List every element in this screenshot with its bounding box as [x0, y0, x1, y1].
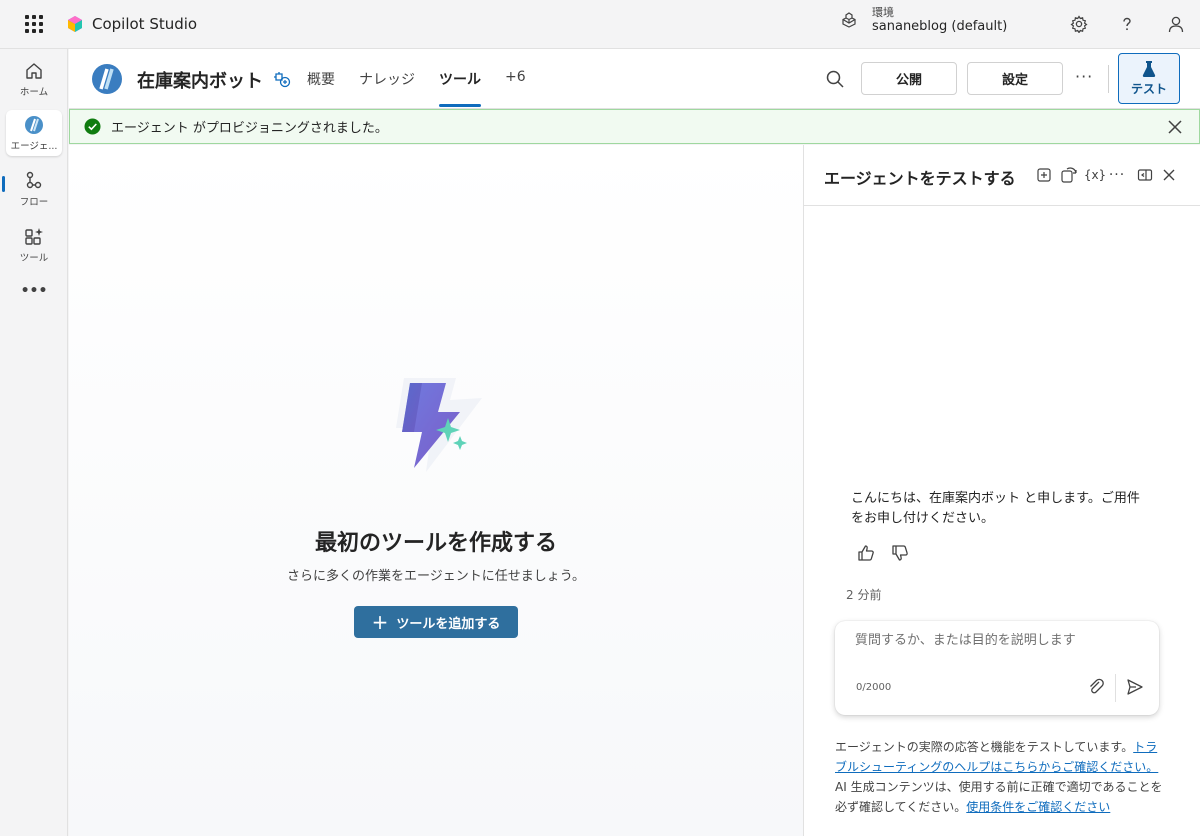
empty-state-title: 最初のツールを作成する — [314, 531, 557, 556]
test-panel-title: エージェントをテストする — [824, 169, 1016, 188]
panel-more-icon[interactable]: ··· — [1108, 166, 1126, 184]
notification-text: エージェント がプロビジョニングされました。 — [111, 121, 388, 136]
disclaimer: エージェントの実際の応答と機能をテストしています。トラブルシューティングのヘルプ… — [835, 737, 1165, 817]
plus-icon: + — [371, 610, 389, 634]
close-panel-icon[interactable] — [1160, 166, 1178, 184]
flow-icon — [26, 171, 42, 189]
nav-label-agents: エージェ... — [10, 141, 58, 152]
agent-icon-edit-icon[interactable] — [273, 70, 291, 88]
nav-label-flows: フロー — [19, 197, 49, 208]
nav-label-tools: ツール — [19, 253, 49, 264]
terms-of-use-link[interactable]: 使用条件をご確認ください — [966, 800, 1110, 814]
help-icon[interactable] — [1116, 13, 1138, 35]
left-nav-rail: ホーム エージェ... フロー ツール ••• — [0, 49, 68, 836]
tab-overview[interactable]: 概要 — [307, 69, 335, 89]
new-chat-icon[interactable] — [1035, 166, 1053, 184]
chat-compose-box: 0/2000 — [835, 621, 1159, 715]
success-check-icon — [84, 118, 101, 135]
active-tab-underline — [439, 104, 481, 107]
settings-button[interactable]: 設定 — [967, 62, 1063, 95]
copilot-studio-logo — [68, 16, 82, 32]
message-timestamp: 2 分前 — [846, 588, 882, 602]
top-bar: Copilot Studio 環境 sananeblog (default) — [0, 0, 1200, 49]
environment-picker[interactable]: 環境 sananeblog (default) — [840, 6, 1007, 35]
nav-label-home: ホーム — [19, 87, 49, 98]
lightning-sparkle-icon — [396, 378, 482, 472]
nav-more-button[interactable]: ••• — [6, 278, 62, 304]
add-tool-button[interactable]: + ツールを追加する — [354, 606, 518, 638]
publish-button[interactable]: 公開 — [861, 62, 957, 95]
empty-state-subtitle: さらに多くの作業をエージェントに任せましょう。 — [287, 569, 585, 584]
tab-tools[interactable]: ツール — [439, 69, 481, 89]
nav-item-home[interactable]: ホーム — [6, 56, 62, 102]
app-name: Copilot Studio — [92, 15, 198, 33]
environment-label: 環境 — [872, 6, 894, 19]
agent-header: 在庫案内ボット 概要 ナレッジ ツール +6 公開 設定 ··· テスト — [69, 49, 1200, 109]
test-agent-panel: エージェントをテストする {x} ··· こんにちは、在庫案内ボット と申します… — [803, 145, 1200, 836]
test-button-label: テスト — [1130, 82, 1167, 96]
flask-icon — [1142, 61, 1156, 77]
active-indicator — [2, 176, 5, 192]
home-icon — [26, 63, 42, 79]
dock-panel-icon[interactable] — [1136, 166, 1154, 184]
environment-value: sananeblog (default) — [872, 19, 1008, 35]
variables-icon[interactable]: {x} — [1084, 166, 1106, 184]
test-button[interactable]: テスト — [1118, 53, 1180, 104]
tab-more[interactable]: +6 — [505, 69, 526, 85]
agent-logo — [92, 64, 122, 94]
agent-name: 在庫案内ボット — [137, 71, 263, 92]
compose-divider — [1115, 674, 1116, 702]
send-icon[interactable] — [1125, 677, 1145, 697]
add-tool-label: ツールを追加する — [396, 616, 501, 632]
provisioning-notification: エージェント がプロビジョニングされました。 — [69, 109, 1200, 144]
account-icon[interactable] — [1165, 13, 1187, 35]
disclaimer-text-1: エージェントの実際の応答と機能をテストしています。 — [835, 740, 1134, 754]
bot-greeting-message: こんにちは、在庫案内ボット と申します。ご用件をお申し付けください。 — [851, 491, 1140, 526]
close-icon[interactable] — [1167, 119, 1183, 135]
tools-empty-state: 最初のツールを作成する さらに多くの作業をエージェントに任せましょう。 + ツー… — [69, 145, 803, 836]
environment-icon — [842, 12, 856, 29]
nav-item-flows[interactable]: フロー — [6, 166, 62, 212]
app-launcher-icon[interactable] — [22, 12, 46, 36]
tools-icon — [25, 228, 43, 245]
chat-input[interactable] — [855, 633, 1145, 648]
refresh-icon[interactable] — [1060, 166, 1078, 184]
agent-icon — [25, 116, 43, 134]
header-divider — [1108, 65, 1109, 93]
settings-icon[interactable] — [1068, 13, 1090, 35]
thumbs-down-icon[interactable] — [890, 543, 910, 563]
more-options-button[interactable]: ··· — [1075, 67, 1093, 86]
search-icon[interactable] — [825, 69, 845, 89]
character-count: 0/2000 — [856, 682, 892, 693]
thumbs-up-icon[interactable] — [856, 543, 876, 563]
attach-icon[interactable] — [1086, 677, 1106, 697]
test-panel-header: エージェントをテストする {x} ··· — [804, 145, 1200, 206]
nav-item-agents[interactable]: エージェ... — [6, 110, 62, 156]
tab-knowledge[interactable]: ナレッジ — [359, 69, 415, 89]
nav-item-tools[interactable]: ツール — [6, 222, 62, 268]
